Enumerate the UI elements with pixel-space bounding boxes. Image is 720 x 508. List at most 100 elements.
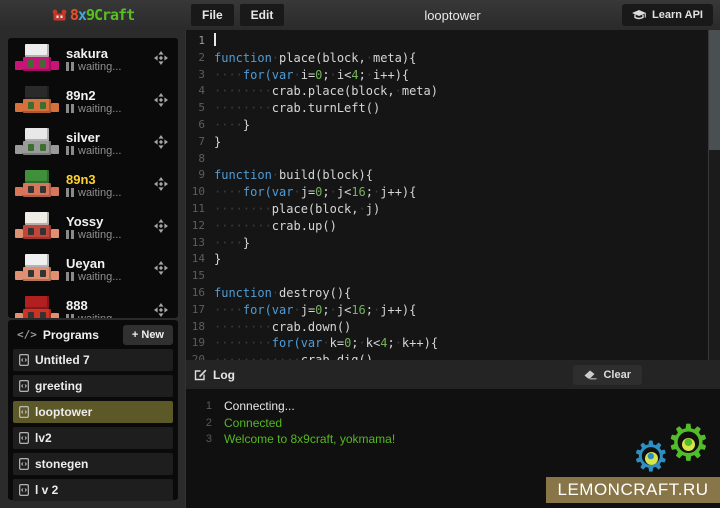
line-number: 9: [186, 167, 214, 184]
code-file-icon: [19, 458, 29, 470]
code-line-17[interactable]: 17····for(var·j=0;·j<16;·j++){: [186, 302, 720, 319]
robot-avatar: [15, 252, 59, 286]
player-status: waiting...: [66, 271, 121, 283]
logo-text: 8x9Craft: [70, 6, 134, 24]
code-editor[interactable]: 12function·place(block,·meta){3····for(v…: [185, 30, 720, 360]
player-status: waiting...: [66, 187, 121, 199]
move-icon[interactable]: [154, 93, 168, 107]
player-status-text: waiting...: [78, 103, 121, 115]
program-item-untitled-7[interactable]: Untitled 7: [13, 349, 173, 371]
move-icon[interactable]: [154, 219, 168, 233]
line-number: 19: [186, 335, 214, 352]
line-number: 10: [186, 184, 214, 201]
move-icon[interactable]: [154, 51, 168, 65]
watermark-text: LEMONCRAFT.RU: [557, 480, 708, 500]
move-icon[interactable]: [154, 261, 168, 275]
code-line-12[interactable]: 12········crab.up(): [186, 218, 720, 235]
code-line-text: ········crab.down(): [214, 319, 351, 336]
log-entry-2: 2Connected: [186, 415, 720, 432]
robot-avatar: [15, 294, 59, 318]
scrollbar-thumb[interactable]: [709, 30, 720, 150]
line-number: 2: [186, 50, 214, 67]
app-window: 8x9Craft FileEdit looptower Learn API sa…: [0, 0, 720, 508]
player-status: waiting...: [66, 229, 121, 241]
pause-icon: [66, 146, 74, 155]
program-name: lv2: [35, 431, 52, 445]
learn-api-button[interactable]: Learn API: [622, 4, 713, 26]
code-line-15[interactable]: 15: [186, 268, 720, 285]
robot-avatar: [15, 126, 59, 160]
code-line-text: }: [214, 134, 221, 151]
move-icon[interactable]: [154, 177, 168, 191]
code-line-text: ········for(var·k=0;·k<4;·k++){: [214, 335, 438, 352]
code-line-text: ········crab.turnLeft(): [214, 100, 380, 117]
program-name: Untitled 7: [35, 353, 90, 367]
program-name: greeting: [35, 379, 82, 393]
player-status: waiting...: [66, 103, 121, 115]
player-status-text: waiting...: [78, 271, 121, 283]
player-row-sakura[interactable]: sakurawaiting...: [8, 38, 178, 80]
code-line-16[interactable]: 16function·destroy(){: [186, 285, 720, 302]
line-number: 5: [186, 100, 214, 117]
pause-icon: [66, 272, 74, 281]
player-name: 89n3: [66, 172, 121, 187]
code-line-7[interactable]: 7}: [186, 134, 720, 151]
code-line-2[interactable]: 2function·place(block,·meta){: [186, 50, 720, 67]
player-row-89n2[interactable]: 89n2waiting...: [8, 80, 178, 122]
code-line-18[interactable]: 18········crab.down(): [186, 319, 720, 336]
program-item-greeting[interactable]: greeting: [13, 375, 173, 397]
code-line-3[interactable]: 3····for(var·i=0;·i<4;·i++){: [186, 67, 720, 84]
code-line-text: function·destroy(){: [214, 285, 351, 302]
log-message: Connecting...: [224, 398, 295, 415]
code-line-8[interactable]: 8: [186, 151, 720, 168]
code-line-9[interactable]: 9function·build(block){: [186, 167, 720, 184]
line-number: 7: [186, 134, 214, 151]
program-item-l-v-2[interactable]: l v 2: [13, 479, 173, 501]
robot-avatar: [15, 42, 59, 76]
move-icon[interactable]: [154, 303, 168, 317]
code-file-icon: [19, 354, 29, 366]
code-line-11[interactable]: 11········place(block,·j): [186, 201, 720, 218]
code-line-19[interactable]: 19········for(var·k=0;·k<4;·k++){: [186, 335, 720, 352]
code-line-text: ····}: [214, 235, 250, 252]
learn-api-label: Learn API: [652, 9, 703, 21]
player-row-89n3[interactable]: 89n3waiting...: [8, 164, 178, 206]
programs-panel: </> Programs + New Untitled 7greetingloo…: [8, 320, 178, 500]
clear-log-button[interactable]: Clear: [573, 365, 642, 385]
move-icon[interactable]: [154, 135, 168, 149]
editor-scrollbar[interactable]: [708, 30, 720, 360]
player-status-text: waiting...: [78, 229, 121, 241]
program-item-stonegen[interactable]: stonegen: [13, 453, 173, 475]
player-name: 89n2: [66, 88, 121, 103]
code-line-text: ····for(var·j=0;·j<16;·j++){: [214, 184, 416, 201]
player-row-Yossy[interactable]: Yossywaiting...: [8, 206, 178, 248]
new-program-button[interactable]: + New: [123, 325, 173, 345]
code-line-4[interactable]: 4········crab.place(block,·meta): [186, 83, 720, 100]
player-row-Ueyan[interactable]: Ueyanwaiting...: [8, 248, 178, 290]
code-line-20[interactable]: 20············crab.dig(): [186, 352, 720, 360]
program-item-looptower[interactable]: looptower: [13, 401, 173, 423]
code-line-5[interactable]: 5········crab.turnLeft(): [186, 100, 720, 117]
player-row-silver[interactable]: silverwaiting...: [8, 122, 178, 164]
code-line-14[interactable]: 14}: [186, 251, 720, 268]
program-name: l v 2: [35, 483, 58, 497]
line-number: 20: [186, 352, 214, 360]
player-status: waiting...: [66, 145, 121, 157]
line-number: 17: [186, 302, 214, 319]
code-line-10[interactable]: 10····for(var·j=0;·j<16;·j++){: [186, 184, 720, 201]
code-line-13[interactable]: 13····}: [186, 235, 720, 252]
code-line-6[interactable]: 6····}: [186, 117, 720, 134]
line-number: 12: [186, 218, 214, 235]
robot-avatar: [15, 210, 59, 244]
code-line-1[interactable]: 1: [186, 33, 720, 50]
player-name: Yossy: [66, 214, 121, 229]
program-item-lv2[interactable]: lv2: [13, 427, 173, 449]
text-cursor: [214, 33, 216, 46]
line-number: 16: [186, 285, 214, 302]
player-row-888[interactable]: 888waiting...: [8, 290, 178, 318]
graduation-cap-icon: [632, 10, 646, 21]
crab-icon: [51, 9, 68, 22]
log-line-number: 2: [186, 415, 224, 432]
code-file-icon: [19, 380, 29, 392]
player-name: silver: [66, 130, 121, 145]
